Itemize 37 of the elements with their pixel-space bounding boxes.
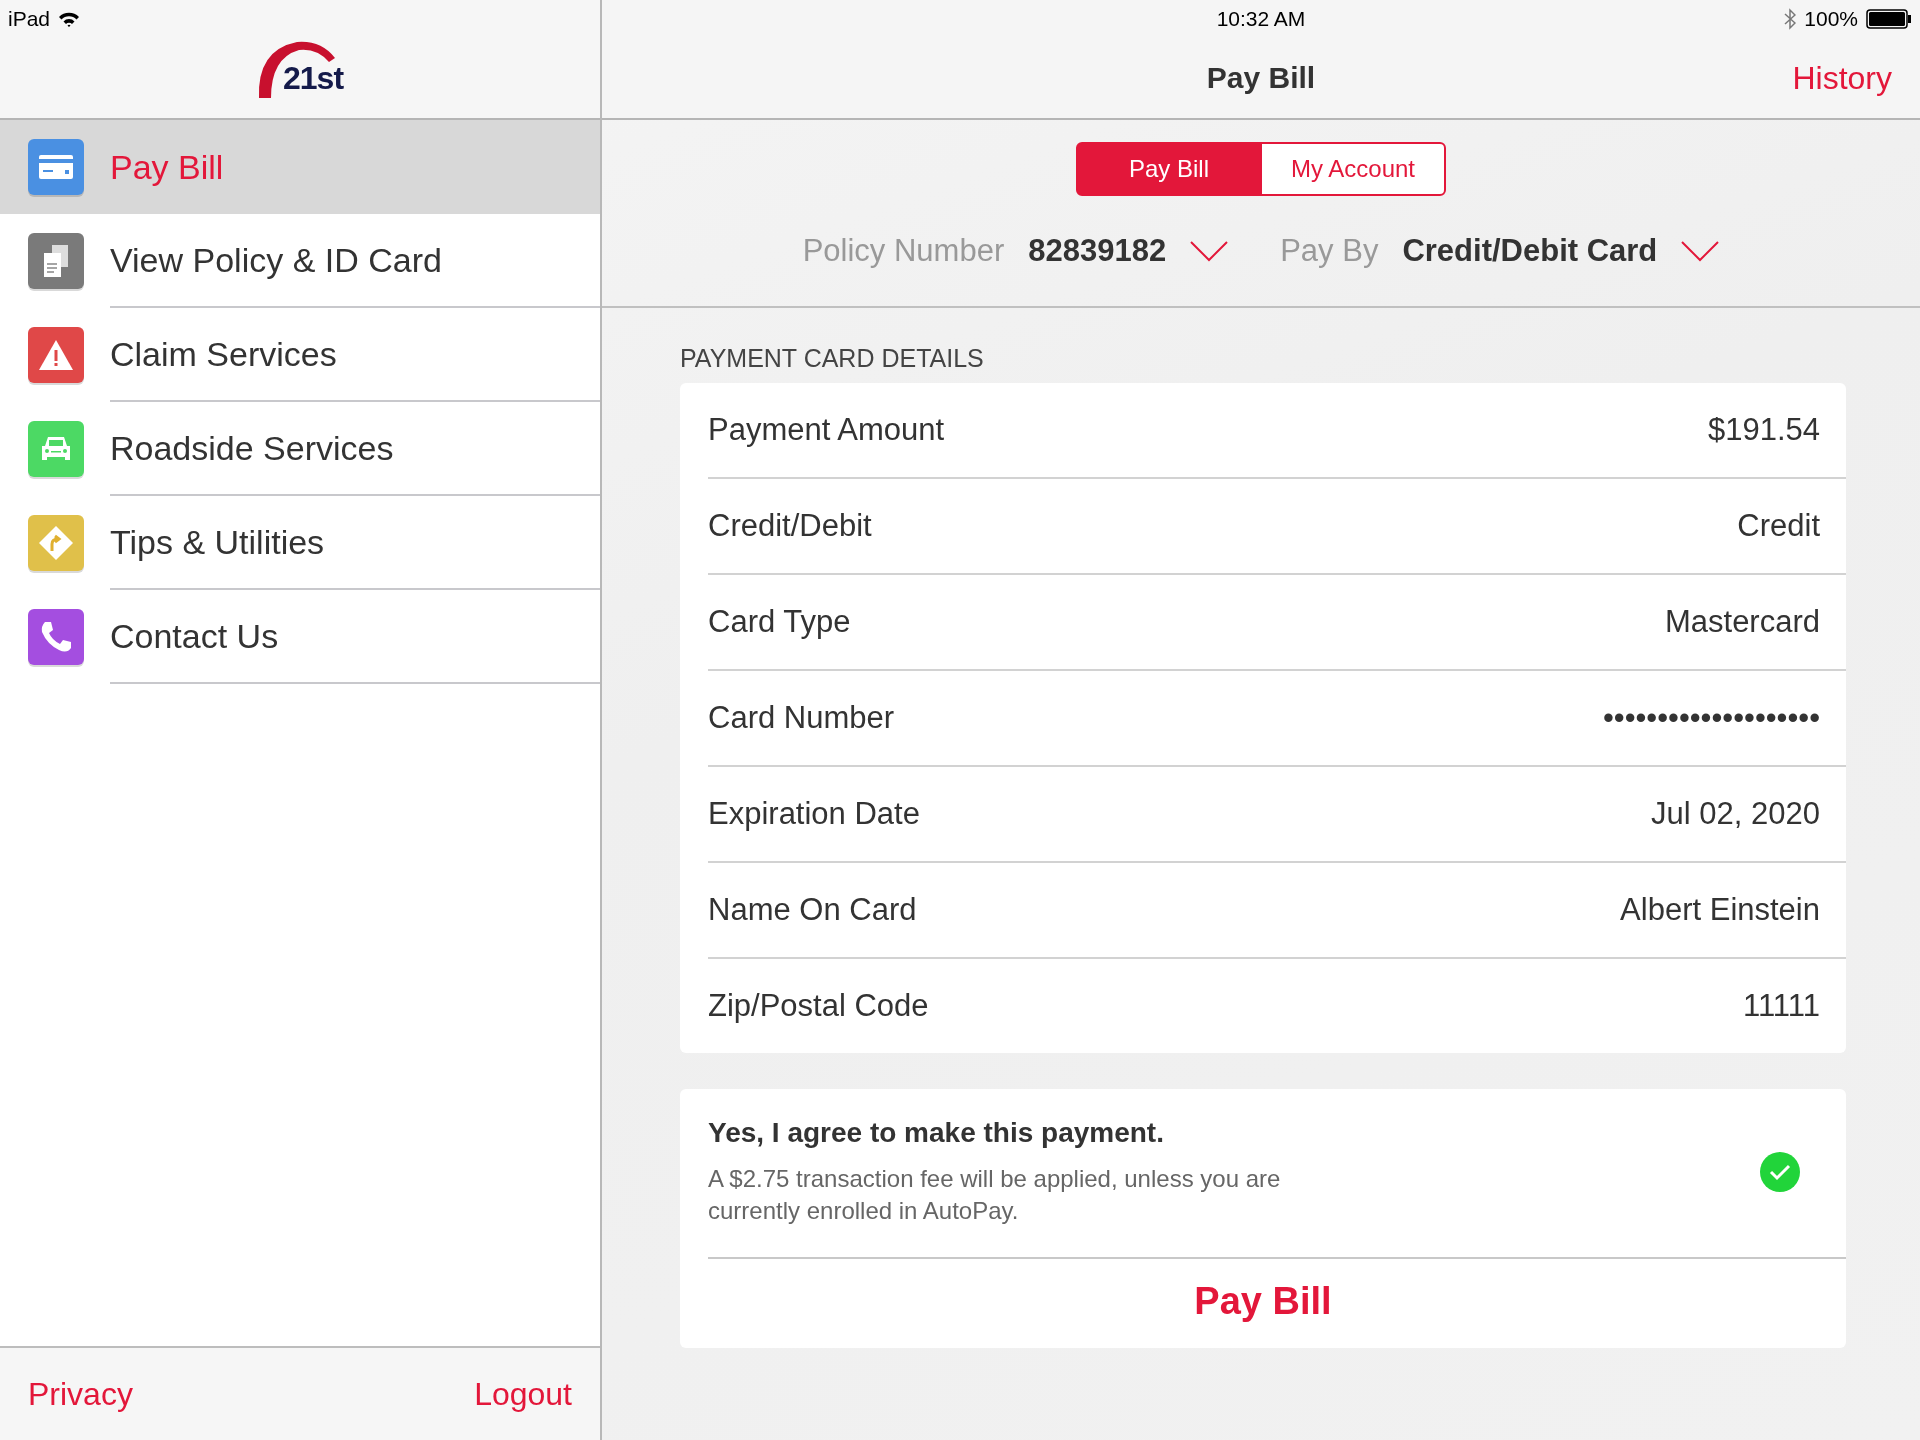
- detail-label: Card Number: [708, 700, 895, 736]
- status-time: 10:32 AM: [1216, 7, 1306, 31]
- selector-label: Pay By: [1280, 233, 1379, 269]
- detail-value: 11111: [1743, 988, 1820, 1024]
- pay-bill-button[interactable]: Pay Bill: [1188, 1279, 1338, 1324]
- sidebar-item-label: Roadside Services: [110, 428, 394, 468]
- sidebar-item-label: Pay Bill: [110, 147, 224, 187]
- detail-value: ••••••••••••••••••••: [1602, 700, 1820, 736]
- agreement-note: A $2.75 transaction fee will be applied, unless you are currently enrolled in AutoPay.: [708, 1164, 1282, 1226]
- sidebar-item-label: View Policy & ID Card: [110, 240, 442, 280]
- detail-value: Mastercard: [1664, 604, 1820, 640]
- sidebar-item-label: Claim Services: [110, 334, 337, 374]
- detail-label: Card Type: [708, 604, 851, 640]
- device-name: iPad: [8, 7, 51, 31]
- history-link[interactable]: History: [1792, 59, 1892, 97]
- footer-link[interactable]: Privacy: [28, 1375, 133, 1413]
- segment-tab[interactable]: My Account: [1260, 142, 1446, 196]
- nav-title: Pay Bill: [1206, 61, 1316, 95]
- detail-label: Expiration Date: [708, 796, 920, 832]
- detail-label: Zip/Postal Code: [708, 988, 929, 1024]
- sidebar-item-label: Tips & Utilities: [110, 522, 325, 562]
- agreement-title: Yes, I agree to make this payment.: [708, 1117, 1165, 1149]
- sidebar-item-label: Contact Us: [110, 616, 279, 656]
- segment-tab[interactable]: Pay Bill: [1076, 142, 1262, 196]
- detail-value: Albert Einstein: [1620, 892, 1820, 928]
- selector-value[interactable]: Credit/Debit Card: [1402, 233, 1658, 269]
- detail-value: $191.54: [1707, 412, 1820, 448]
- detail-value: Jul 02, 2020: [1651, 796, 1820, 832]
- section-title: PAYMENT CARD DETAILS: [680, 343, 985, 374]
- footer-link[interactable]: Logout: [474, 1375, 572, 1413]
- detail-label: Name On Card: [708, 892, 917, 928]
- detail-label: Payment Amount: [708, 412, 945, 448]
- selector-value[interactable]: 82839182: [1028, 233, 1167, 269]
- detail-label: Credit/Debit: [708, 508, 872, 544]
- detail-value: Credit: [1737, 508, 1820, 544]
- selector-label: Policy Number: [802, 233, 1005, 269]
- battery-percent: 100%: [1804, 7, 1858, 31]
